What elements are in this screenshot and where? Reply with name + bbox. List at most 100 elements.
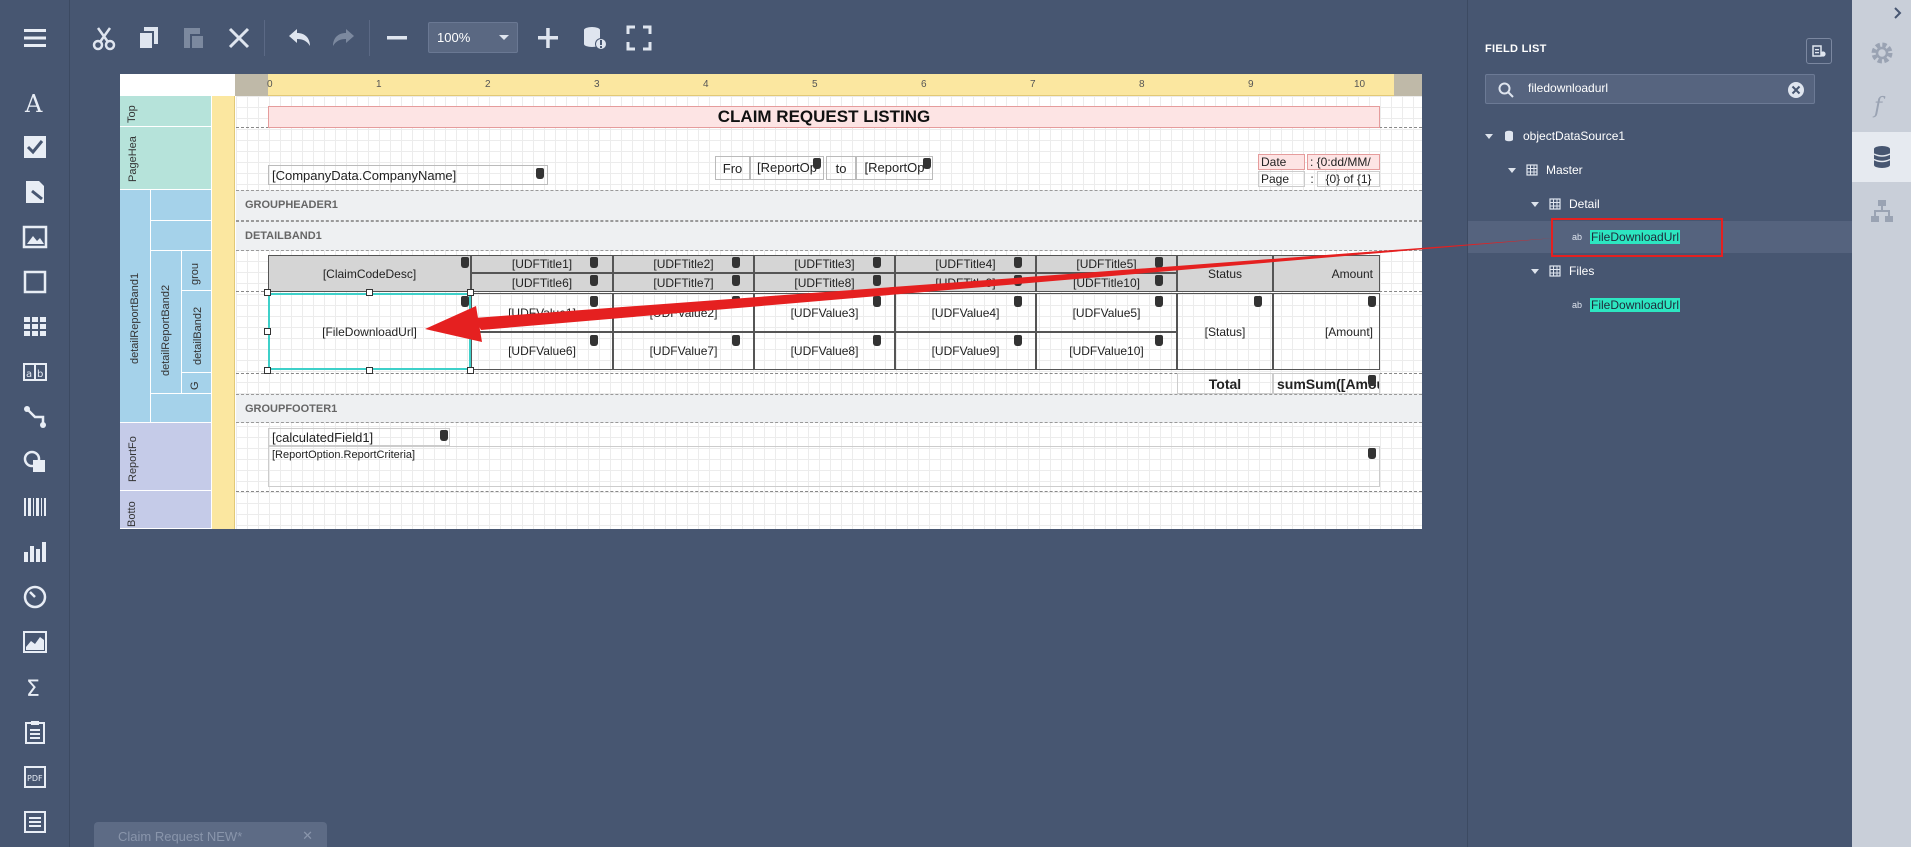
to-label[interactable]: to bbox=[826, 156, 856, 180]
field-search-input[interactable] bbox=[1528, 81, 1768, 95]
file-download-url-field[interactable]: [FileDownloadUrl] bbox=[268, 293, 471, 370]
groupheader1-band[interactable]: GROUPHEADER1 bbox=[236, 190, 1422, 221]
fullscreen-icon[interactable] bbox=[621, 20, 657, 56]
sparkline-tool-icon[interactable] bbox=[18, 625, 52, 659]
picture-tool-icon[interactable] bbox=[18, 220, 52, 254]
page-number-field[interactable]: {0} of {1} bbox=[1317, 171, 1380, 187]
report-title[interactable]: CLAIM REQUEST LISTING bbox=[268, 106, 1380, 128]
redo-icon[interactable] bbox=[326, 20, 362, 56]
selection-handle[interactable] bbox=[366, 289, 373, 296]
band-label-report-footer[interactable]: ReportFo bbox=[120, 423, 212, 491]
detailband1-band[interactable]: DETAILBAND1 bbox=[236, 221, 1422, 251]
tree-item-files[interactable]: Files bbox=[1468, 255, 1853, 287]
database-binding-icon bbox=[1368, 375, 1376, 386]
band-label-group-footer-short[interactable]: G bbox=[182, 373, 212, 394]
expand-arrow-icon[interactable] bbox=[1485, 133, 1493, 139]
band-label-bottom[interactable]: Botto bbox=[120, 491, 212, 529]
collapse-panel-icon[interactable] bbox=[1890, 5, 1906, 21]
zoom-select[interactable]: 100% bbox=[428, 22, 518, 53]
table-tool-icon[interactable] bbox=[18, 310, 52, 344]
table-of-contents-tool-icon[interactable] bbox=[18, 715, 52, 749]
ruler-mark: 10 bbox=[1354, 79, 1366, 90]
band-label-groupfooter[interactable] bbox=[151, 394, 212, 423]
ruler-mark: 0 bbox=[267, 79, 273, 90]
tree-item-master[interactable]: Master bbox=[1468, 154, 1853, 186]
database-binding-icon bbox=[1014, 257, 1022, 268]
delete-icon[interactable] bbox=[221, 20, 257, 56]
tree-item-files-file-download-url[interactable]: ab FileDownloadUrl bbox=[1468, 289, 1853, 321]
table-icon bbox=[1526, 164, 1538, 176]
claim-code-header[interactable]: [ClaimCodeDesc] bbox=[268, 255, 471, 292]
from-label[interactable]: Fro bbox=[715, 156, 750, 180]
zoom-in-icon[interactable] bbox=[530, 20, 566, 56]
selection-handle[interactable] bbox=[264, 328, 271, 335]
selection-handle[interactable] bbox=[467, 367, 474, 374]
band-label-top[interactable]: Top bbox=[120, 96, 212, 127]
selection-handle[interactable] bbox=[366, 367, 373, 374]
selection-handle[interactable] bbox=[264, 289, 271, 296]
selection-handle[interactable] bbox=[467, 328, 474, 335]
character-comb-tool-icon[interactable]: ab bbox=[18, 355, 52, 389]
rich-text-tool-icon[interactable] bbox=[18, 175, 52, 209]
database-binding-icon bbox=[1254, 296, 1262, 307]
checkbox-tool-icon[interactable] bbox=[18, 130, 52, 164]
tree-item-object-data-source[interactable]: objectDataSource1 bbox=[1468, 120, 1853, 152]
expand-arrow-icon[interactable] bbox=[1531, 268, 1539, 274]
zoom-out-icon[interactable] bbox=[379, 20, 415, 56]
selection-handle[interactable] bbox=[467, 289, 474, 296]
tree-item-detail[interactable]: Detail bbox=[1468, 188, 1853, 220]
database-binding-icon bbox=[590, 296, 598, 307]
summary-tool-icon[interactable]: Σ bbox=[18, 670, 52, 704]
expand-arrow-icon[interactable] bbox=[1508, 167, 1516, 173]
band-label-groupheader[interactable] bbox=[151, 190, 212, 221]
expressions-function-icon[interactable]: f bbox=[1852, 80, 1911, 130]
company-name-field[interactable]: [CompanyData.CompanyName] bbox=[268, 165, 548, 185]
cut-icon[interactable] bbox=[86, 20, 122, 56]
band-label-detail-report-band1[interactable]: detailReportBand1 bbox=[120, 190, 151, 423]
clear-search-icon[interactable] bbox=[1787, 81, 1805, 99]
date-value-field[interactable]: : {0:dd/MM/ bbox=[1307, 154, 1380, 170]
selection-handle[interactable] bbox=[264, 367, 271, 374]
validate-bindings-icon[interactable] bbox=[576, 20, 612, 56]
close-tab-icon[interactable]: ✕ bbox=[302, 828, 313, 844]
tree-item-detail-file-download-url[interactable]: ab FileDownloadUrl bbox=[1468, 221, 1853, 253]
pivot-grid-tool-icon[interactable] bbox=[18, 805, 52, 839]
paste-icon[interactable] bbox=[176, 20, 212, 56]
field-list-database-icon[interactable] bbox=[1852, 132, 1911, 182]
groupfooter1-band[interactable]: GROUPFOOTER1 bbox=[236, 394, 1422, 423]
calculated-field[interactable]: [calculatedField1] bbox=[268, 428, 450, 446]
label-tool-icon[interactable]: A bbox=[18, 86, 52, 120]
shape-tool-icon[interactable] bbox=[18, 445, 52, 479]
expand-arrow-icon[interactable] bbox=[1531, 201, 1539, 207]
band-label-detailband1[interactable] bbox=[151, 221, 212, 251]
field-search-box[interactable] bbox=[1485, 74, 1815, 104]
menu-icon[interactable] bbox=[18, 21, 52, 55]
total-sum-field[interactable]: sumSum([Amoun bbox=[1273, 373, 1380, 394]
report-explorer-hierarchy-icon[interactable] bbox=[1852, 186, 1911, 236]
amount-field[interactable]: [Amount] bbox=[1273, 293, 1380, 370]
chart-tool-icon[interactable] bbox=[18, 535, 52, 569]
total-label[interactable]: Total bbox=[1177, 373, 1273, 394]
properties-gear-icon[interactable] bbox=[1852, 28, 1911, 78]
add-calculated-field-button[interactable] bbox=[1806, 38, 1832, 64]
table-icon bbox=[1549, 198, 1561, 210]
band-label-page-header[interactable]: PageHea bbox=[120, 127, 212, 190]
line-tool-icon[interactable] bbox=[18, 400, 52, 434]
band-label-detail-band2[interactable]: detailBand2 bbox=[182, 291, 212, 373]
date-to-field[interactable]: [ReportOp bbox=[856, 156, 933, 180]
band-label-group[interactable]: grou bbox=[182, 251, 212, 291]
page-label[interactable]: Page bbox=[1258, 171, 1305, 187]
pdf-content-tool-icon[interactable]: PDF bbox=[18, 760, 52, 794]
report-criteria-field[interactable]: [ReportOption.ReportCriteria] bbox=[268, 446, 1380, 487]
band-label-detail-report-band2[interactable]: detailReportBand2 bbox=[151, 251, 182, 394]
amount-header[interactable]: Amount bbox=[1273, 255, 1380, 292]
panel-tool-icon[interactable] bbox=[18, 265, 52, 299]
undo-icon[interactable] bbox=[281, 20, 317, 56]
gauge-tool-icon[interactable] bbox=[18, 580, 52, 614]
date-label[interactable]: Date bbox=[1258, 154, 1305, 170]
copy-icon[interactable] bbox=[131, 20, 167, 56]
status-header[interactable]: Status bbox=[1177, 255, 1273, 292]
report-tab[interactable]: Claim Request NEW* ✕ bbox=[94, 822, 327, 847]
report-design-surface[interactable]: Top PageHea detailReportBand1 detailRepo… bbox=[120, 74, 1422, 529]
barcode-tool-icon[interactable] bbox=[18, 490, 52, 524]
